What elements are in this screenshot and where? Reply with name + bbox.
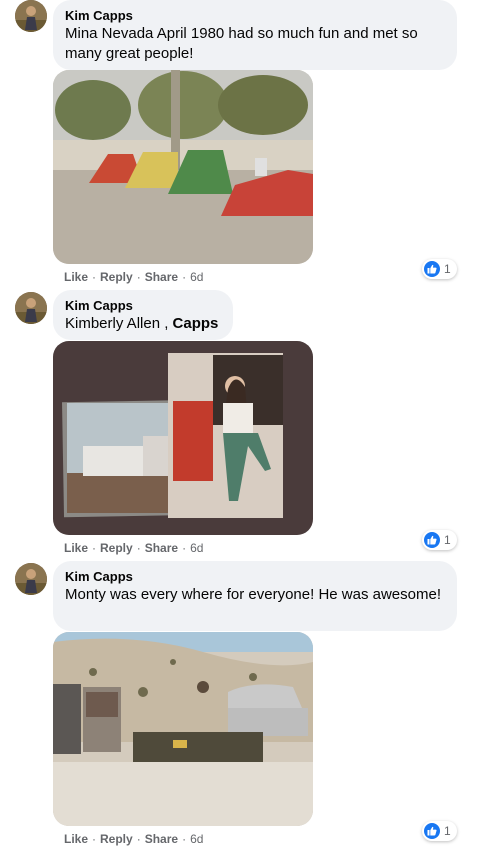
comment-bubble: Kim Capps Monty was every where for ever… [53, 561, 457, 631]
tagged-name[interactable]: Capps [173, 315, 219, 332]
reply-link[interactable]: Reply [100, 270, 133, 284]
share-link[interactable]: Share [145, 541, 178, 555]
reaction-count: 1 [444, 262, 451, 276]
comment-photo[interactable] [53, 341, 313, 535]
thumbs-up-icon [424, 532, 440, 548]
reply-link[interactable]: Reply [100, 832, 133, 846]
comment-actions: Like · Reply · Share · 6d [64, 541, 204, 555]
avatar[interactable] [15, 292, 47, 324]
thumbs-up-icon [424, 823, 440, 839]
comment-text: Kimberly Allen , Capps [65, 314, 221, 334]
reaction-count: 1 [444, 824, 451, 838]
timestamp[interactable]: 6d [190, 541, 203, 555]
like-link[interactable]: Like [64, 832, 88, 846]
comment-bubble: Kim Capps Kimberly Allen , Capps [53, 290, 233, 340]
reply-link[interactable]: Reply [100, 541, 133, 555]
share-link[interactable]: Share [145, 270, 178, 284]
avatar[interactable] [15, 563, 47, 595]
reaction-summary[interactable]: 1 [422, 821, 457, 841]
timestamp[interactable]: 6d [190, 832, 203, 846]
like-link[interactable]: Like [64, 541, 88, 555]
reaction-summary[interactable]: 1 [422, 530, 457, 550]
thumbs-up-icon [424, 261, 440, 277]
comment-actions: Like · Reply · Share · 6d [64, 270, 204, 284]
comment-actions: Like · Reply · Share · 6d [64, 832, 204, 846]
comment-text: Mina Nevada April 1980 had so much fun a… [65, 25, 418, 62]
share-link[interactable]: Share [145, 832, 178, 846]
avatar[interactable] [15, 0, 47, 32]
comment-author[interactable]: Kim Capps [65, 569, 445, 585]
comment-photo[interactable] [53, 70, 313, 264]
comment-photo[interactable] [53, 632, 313, 826]
comment-author[interactable]: Kim Capps [65, 8, 445, 24]
reaction-summary[interactable]: 1 [422, 259, 457, 279]
reaction-count: 1 [444, 533, 451, 547]
comment-text-body: Kimberly Allen , [65, 315, 173, 332]
comment-bubble: Kim Capps Mina Nevada April 1980 had so … [53, 0, 457, 70]
like-link[interactable]: Like [64, 270, 88, 284]
comment-author[interactable]: Kim Capps [65, 298, 221, 314]
comment-text: Monty was every where for everyone! He w… [65, 586, 441, 603]
timestamp[interactable]: 6d [190, 270, 203, 284]
